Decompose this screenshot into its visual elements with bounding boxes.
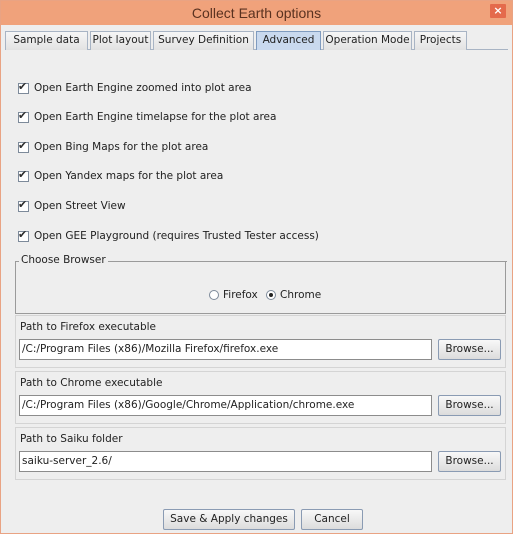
option-gee-playground[interactable]: ✔ Open GEE Playground (requires Trusted … (18, 227, 319, 243)
tab-sample-data[interactable]: Sample data (5, 31, 88, 50)
choose-browser-group: Choose Browser Firefox Chrome (15, 254, 507, 314)
saiku-path-label: Path to Saiku folder (20, 433, 123, 445)
firefox-path-block: Path to Firefox executable /C:/Program F… (15, 315, 506, 368)
saiku-path-input[interactable]: saiku-server_2.6/ (19, 451, 432, 472)
save-apply-button[interactable]: Save & Apply changes (163, 509, 295, 530)
radio-chrome[interactable]: Chrome (266, 289, 321, 301)
close-button[interactable]: × (490, 4, 506, 18)
option-label: Open Yandex maps for the plot area (34, 170, 224, 182)
check-icon: ✔ (18, 79, 28, 93)
chrome-browse-button[interactable]: Browse... (438, 395, 501, 416)
checkbox[interactable]: ✔ (18, 167, 29, 182)
option-yandex-maps[interactable]: ✔ Open Yandex maps for the plot area (18, 167, 224, 183)
window-title: Collect Earth options (191, 5, 322, 21)
option-street-view[interactable]: ✔ Open Street View (18, 197, 126, 213)
checkbox[interactable]: ✔ (18, 108, 29, 123)
group-legend: Choose Browser (19, 254, 108, 266)
check-icon: ✔ (18, 108, 28, 122)
firefox-path-label: Path to Firefox executable (20, 321, 157, 333)
option-earth-engine-zoom[interactable]: ✔ Open Earth Engine zoomed into plot are… (18, 79, 252, 95)
saiku-browse-button[interactable]: Browse... (438, 451, 501, 472)
firefox-path-input[interactable]: /C:/Program Files (x86)/Mozilla Firefox/… (19, 339, 432, 360)
advanced-panel: ✔ Open Earth Engine zoomed into plot are… (5, 50, 508, 500)
tab-bar: Sample data Plot layout Survey Definitio… (5, 31, 508, 50)
option-label: Open Street View (34, 200, 126, 212)
firefox-browse-button[interactable]: Browse... (438, 339, 501, 360)
chrome-path-block: Path to Chrome executable /C:/Program Fi… (15, 371, 506, 424)
tab-projects[interactable]: Projects (414, 31, 467, 50)
checkbox[interactable]: ✔ (18, 197, 29, 212)
tab-operation-mode[interactable]: Operation Mode (323, 31, 412, 50)
tab-survey-definition[interactable]: Survey Definition (153, 31, 254, 50)
cancel-button[interactable]: Cancel (301, 509, 363, 530)
saiku-path-block: Path to Saiku folder saiku-server_2.6/ B… (15, 427, 506, 480)
tab-plot-layout[interactable]: Plot layout (90, 31, 151, 50)
chrome-path-label: Path to Chrome executable (20, 377, 163, 389)
checkbox[interactable]: ✔ (18, 227, 29, 242)
radio-label: Firefox (223, 289, 258, 301)
option-label: Open Earth Engine timelapse for the plot… (34, 111, 277, 123)
check-icon: ✔ (18, 138, 28, 152)
check-icon: ✔ (18, 197, 28, 211)
radio-label: Chrome (280, 289, 322, 301)
check-icon: ✔ (18, 167, 28, 181)
radio-button[interactable] (266, 290, 276, 300)
option-bing-maps[interactable]: ✔ Open Bing Maps for the plot area (18, 138, 209, 154)
option-label: Open Bing Maps for the plot area (34, 141, 209, 153)
radio-firefox[interactable]: Firefox (209, 289, 258, 301)
chrome-path-input[interactable]: /C:/Program Files (x86)/Google/Chrome/Ap… (19, 395, 432, 416)
option-earth-engine-timelapse[interactable]: ✔ Open Earth Engine timelapse for the pl… (18, 108, 277, 124)
checkbox[interactable]: ✔ (18, 79, 29, 94)
option-label: Open GEE Playground (requires Trusted Te… (34, 230, 319, 242)
check-icon: ✔ (18, 227, 28, 241)
tab-advanced[interactable]: Advanced (256, 31, 321, 50)
options-window: Collect Earth options × Sample data Plot… (0, 0, 513, 534)
option-label: Open Earth Engine zoomed into plot area (34, 82, 252, 94)
title-bar[interactable]: Collect Earth options × (1, 1, 512, 25)
checkbox[interactable]: ✔ (18, 138, 29, 153)
radio-button[interactable] (209, 290, 219, 300)
